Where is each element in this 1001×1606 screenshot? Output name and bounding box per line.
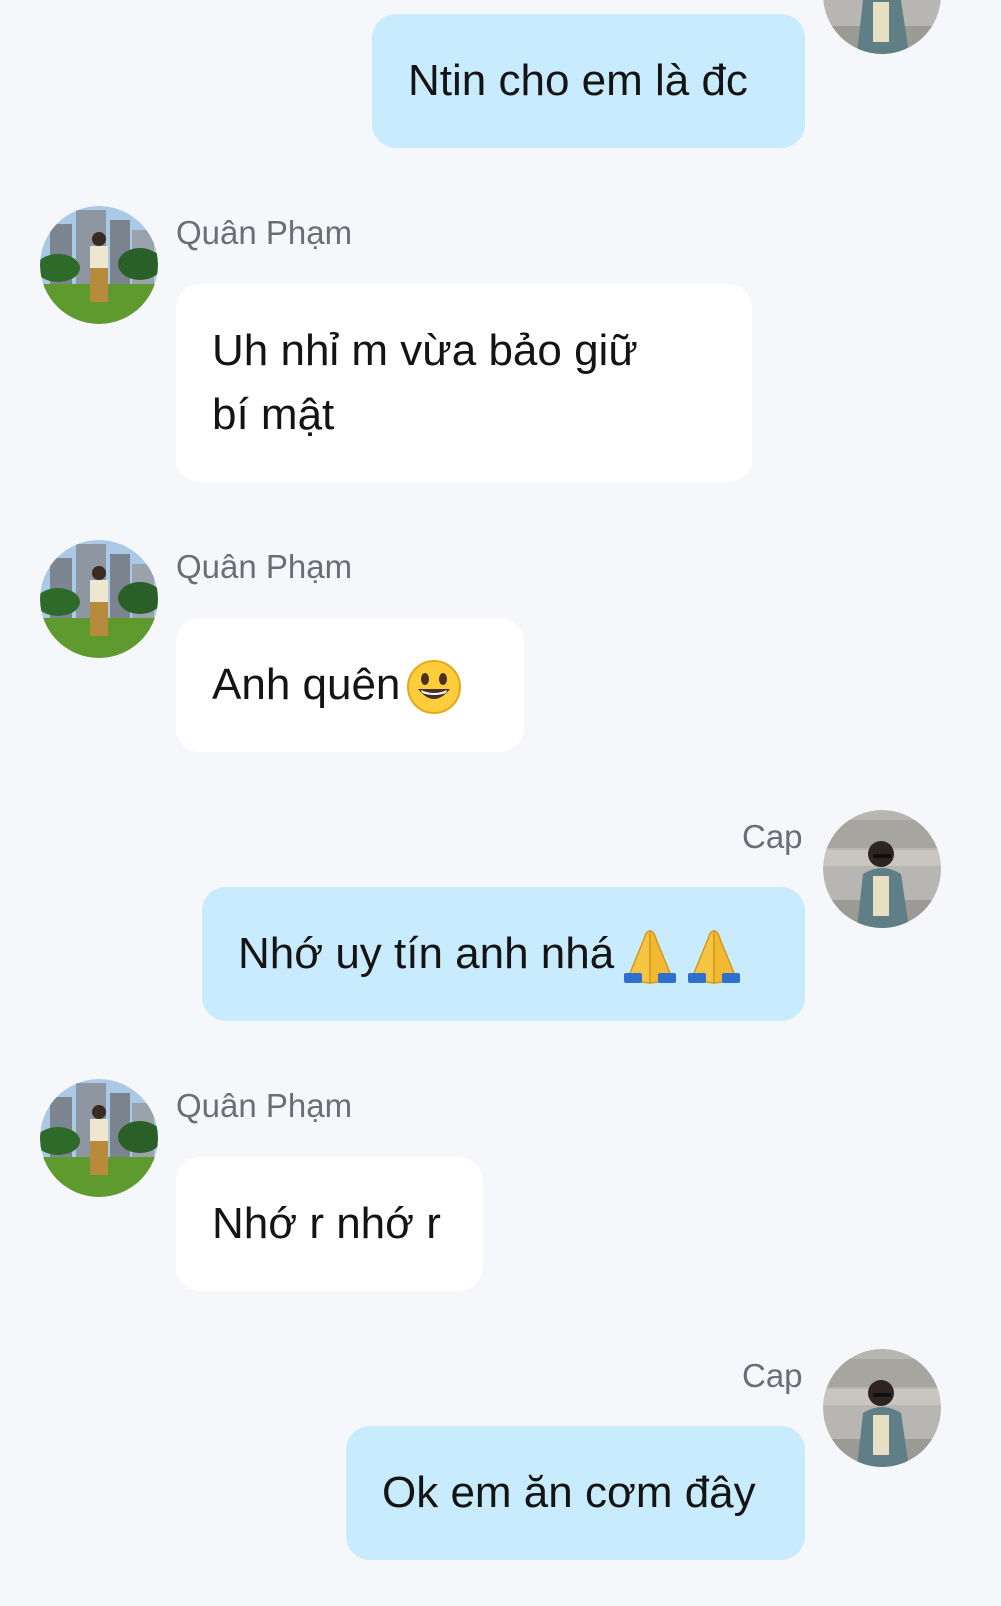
avatar-quan-pham[interactable] [40,540,158,658]
message-bubble[interactable]: Ntin cho em là đc [372,14,805,148]
message-text: Nhớ uy tín anh nhá [238,929,615,978]
avatar-quan-pham[interactable] [40,206,158,324]
message-text: Anh quên [212,660,401,709]
folded-hands-emoji [620,927,744,985]
avatar-quan-pham[interactable] [40,1079,158,1197]
avatar-cap[interactable] [823,1349,941,1467]
message-bubble[interactable]: Uh nhỉ m vừa bảo giữ bí mật [176,284,752,482]
message-text-line: Uh nhỉ m vừa bảo giữ [212,326,638,375]
message-bubble[interactable]: Anh quên [176,618,524,752]
avatar-cap[interactable] [823,810,941,928]
sender-name: Quân Phạm [176,214,353,251]
sender-name: Quân Phạm [176,548,353,585]
sender-name: Cap [742,1357,803,1394]
sender-name: Quân Phạm [176,1087,353,1124]
message-text-line: bí mật [212,390,335,439]
message-bubble[interactable]: Ok em ăn cơm đây [346,1426,805,1560]
grinning-face-emoji [406,659,462,715]
message-text: Ok em ăn cơm đây [382,1468,756,1517]
message-bubble[interactable]: Nhớ uy tín anh nhá [202,887,805,1021]
message-text: Nhớ r nhớ r [212,1199,441,1248]
message-bubble[interactable]: Nhớ r nhớ r [176,1157,483,1291]
message-text: Ntin cho em là đc [408,56,748,105]
sender-name: Cap [742,818,803,855]
avatar-cap[interactable] [823,0,941,54]
